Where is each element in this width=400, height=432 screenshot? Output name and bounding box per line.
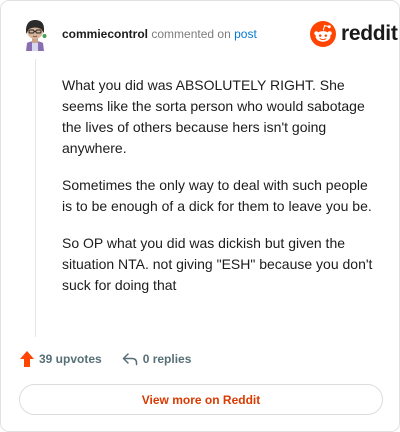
reddit-wordmark: reddit <box>341 22 398 45</box>
thread-line <box>35 59 36 337</box>
comment-action-text: commented on <box>151 27 231 41</box>
reddit-logo[interactable]: reddit <box>310 20 398 48</box>
reddit-alien-icon <box>310 21 336 47</box>
comment-body: What you did was ABSOLUTELY RIGHT. She s… <box>62 75 380 312</box>
embedded-comment-card: commiecontrol commented on post reddit W… <box>0 0 400 432</box>
comment-paragraph: So OP what you did was dickish but given… <box>62 235 373 293</box>
reply-count: 0 replies <box>142 352 192 366</box>
upvote-count: 39 upvotes <box>39 352 102 366</box>
avatar[interactable] <box>20 17 50 51</box>
reply-arrow-icon <box>122 353 137 366</box>
upvote-arrow-icon <box>20 351 34 367</box>
replies-button[interactable]: 0 replies <box>122 352 192 366</box>
upvote-button[interactable]: 39 upvotes <box>19 350 102 368</box>
view-more-button[interactable]: View more on Reddit <box>19 384 383 415</box>
avatar-icon <box>26 20 47 51</box>
comment-actions: 39 upvotes 0 replies <box>19 349 191 369</box>
post-link[interactable]: post <box>234 27 257 41</box>
comment-header: commiecontrol commented on post <box>62 26 257 42</box>
comment-paragraph: What you did was ABSOLUTELY RIGHT. She s… <box>62 77 365 156</box>
comment-author[interactable]: commiecontrol <box>62 27 148 41</box>
comment-paragraph: Sometimes the only way to deal with such… <box>62 177 372 214</box>
